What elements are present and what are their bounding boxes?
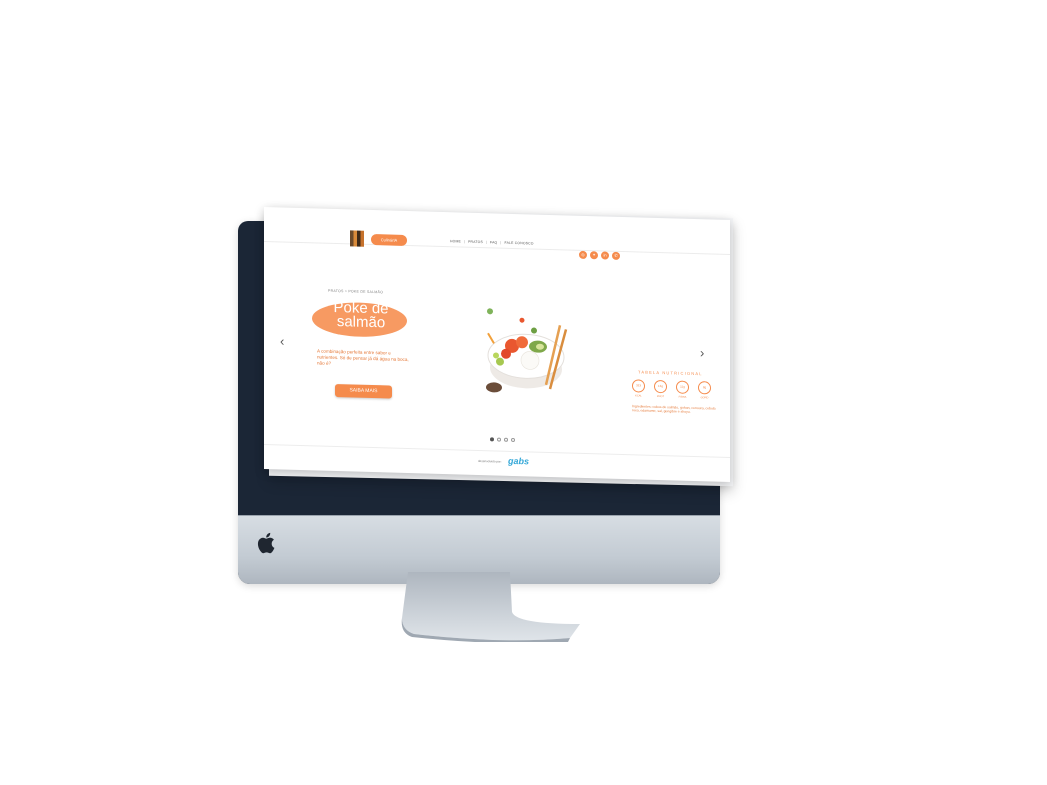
- nutrition-row: 333 KCAL 13g PROT 11g FIBRA 8g GORD: [632, 379, 711, 399]
- carousel-dot[interactable]: [490, 437, 494, 442]
- imac-stand: [401, 572, 580, 642]
- site-header: [264, 207, 730, 256]
- nutrition-item: 11g FIBRA: [676, 380, 689, 399]
- logo-mark[interactable]: [350, 230, 364, 247]
- nav-pratos[interactable]: PRATOS: [468, 240, 483, 244]
- nutrition-value: 8g: [698, 381, 711, 395]
- carousel-next-arrow[interactable]: ›: [700, 345, 704, 360]
- nav-faq[interactable]: FAQ: [490, 240, 497, 244]
- carousel-dot[interactable]: [504, 437, 508, 442]
- nutrition-label: FIBRA: [678, 395, 687, 399]
- nutrition-label: PROT: [656, 394, 665, 399]
- twitter-icon[interactable]: ✦: [590, 251, 598, 260]
- logo-pill[interactable]: CulinárIA: [371, 233, 407, 246]
- nutrition-value: 13g: [654, 379, 667, 394]
- social-links: ◎ ✦ in ✆: [579, 250, 620, 260]
- carousel-dot[interactable]: [497, 437, 501, 442]
- carousel-prev-arrow[interactable]: ‹: [280, 333, 284, 348]
- website-screen: CulinárIA HOME | PRATOS | FAQ | FALE CON…: [264, 207, 730, 483]
- nutrition-value: 11g: [676, 380, 689, 394]
- footer-brand-logo[interactable]: gabs: [508, 456, 529, 467]
- nutrition-item: 13g PROT: [654, 379, 667, 399]
- carousel-dots: [490, 437, 515, 443]
- saiba-mais-button[interactable]: SAIBA MAIS: [335, 383, 392, 399]
- hero-description: A combinação perfeita entre sabor e nutr…: [317, 348, 409, 366]
- nutrition-item: 8g GORD: [698, 381, 711, 399]
- nav-home[interactable]: HOME: [450, 239, 461, 243]
- instagram-icon[interactable]: ◎: [579, 250, 587, 260]
- nutrition-item: 333 KCAL: [632, 379, 645, 398]
- nutrition-value: 333: [632, 379, 645, 393]
- breadcrumb: PRATOS > POKE DE SALMÃO: [328, 288, 384, 295]
- nutrition-title: TABELA NUTRICIONAL: [638, 369, 703, 377]
- hero-title: Poke de salmão: [333, 298, 389, 332]
- nav-separator: |: [500, 240, 502, 245]
- linkedin-icon[interactable]: in: [601, 251, 609, 260]
- nav-separator: |: [485, 240, 487, 245]
- nutrition-label: KCAL: [635, 394, 642, 398]
- ingredients-text: Ingredientes: cubos de salmão, gohan, ce…: [632, 404, 716, 415]
- nutrition-label: GORD: [700, 396, 709, 400]
- footer-credit: desenvolvido por:: [478, 458, 502, 464]
- whatsapp-icon[interactable]: ✆: [612, 251, 620, 260]
- nav-fale-conosco[interactable]: FALE CONOSCO: [504, 241, 533, 246]
- nav-separator: |: [463, 239, 466, 244]
- carousel-dot[interactable]: [511, 437, 515, 443]
- poke-bowl-image: [486, 308, 568, 393]
- apple-logo-icon: [257, 532, 275, 554]
- mockup-stage: CulinárIA HOME | PRATOS | FAQ | FALE CON…: [0, 0, 1047, 785]
